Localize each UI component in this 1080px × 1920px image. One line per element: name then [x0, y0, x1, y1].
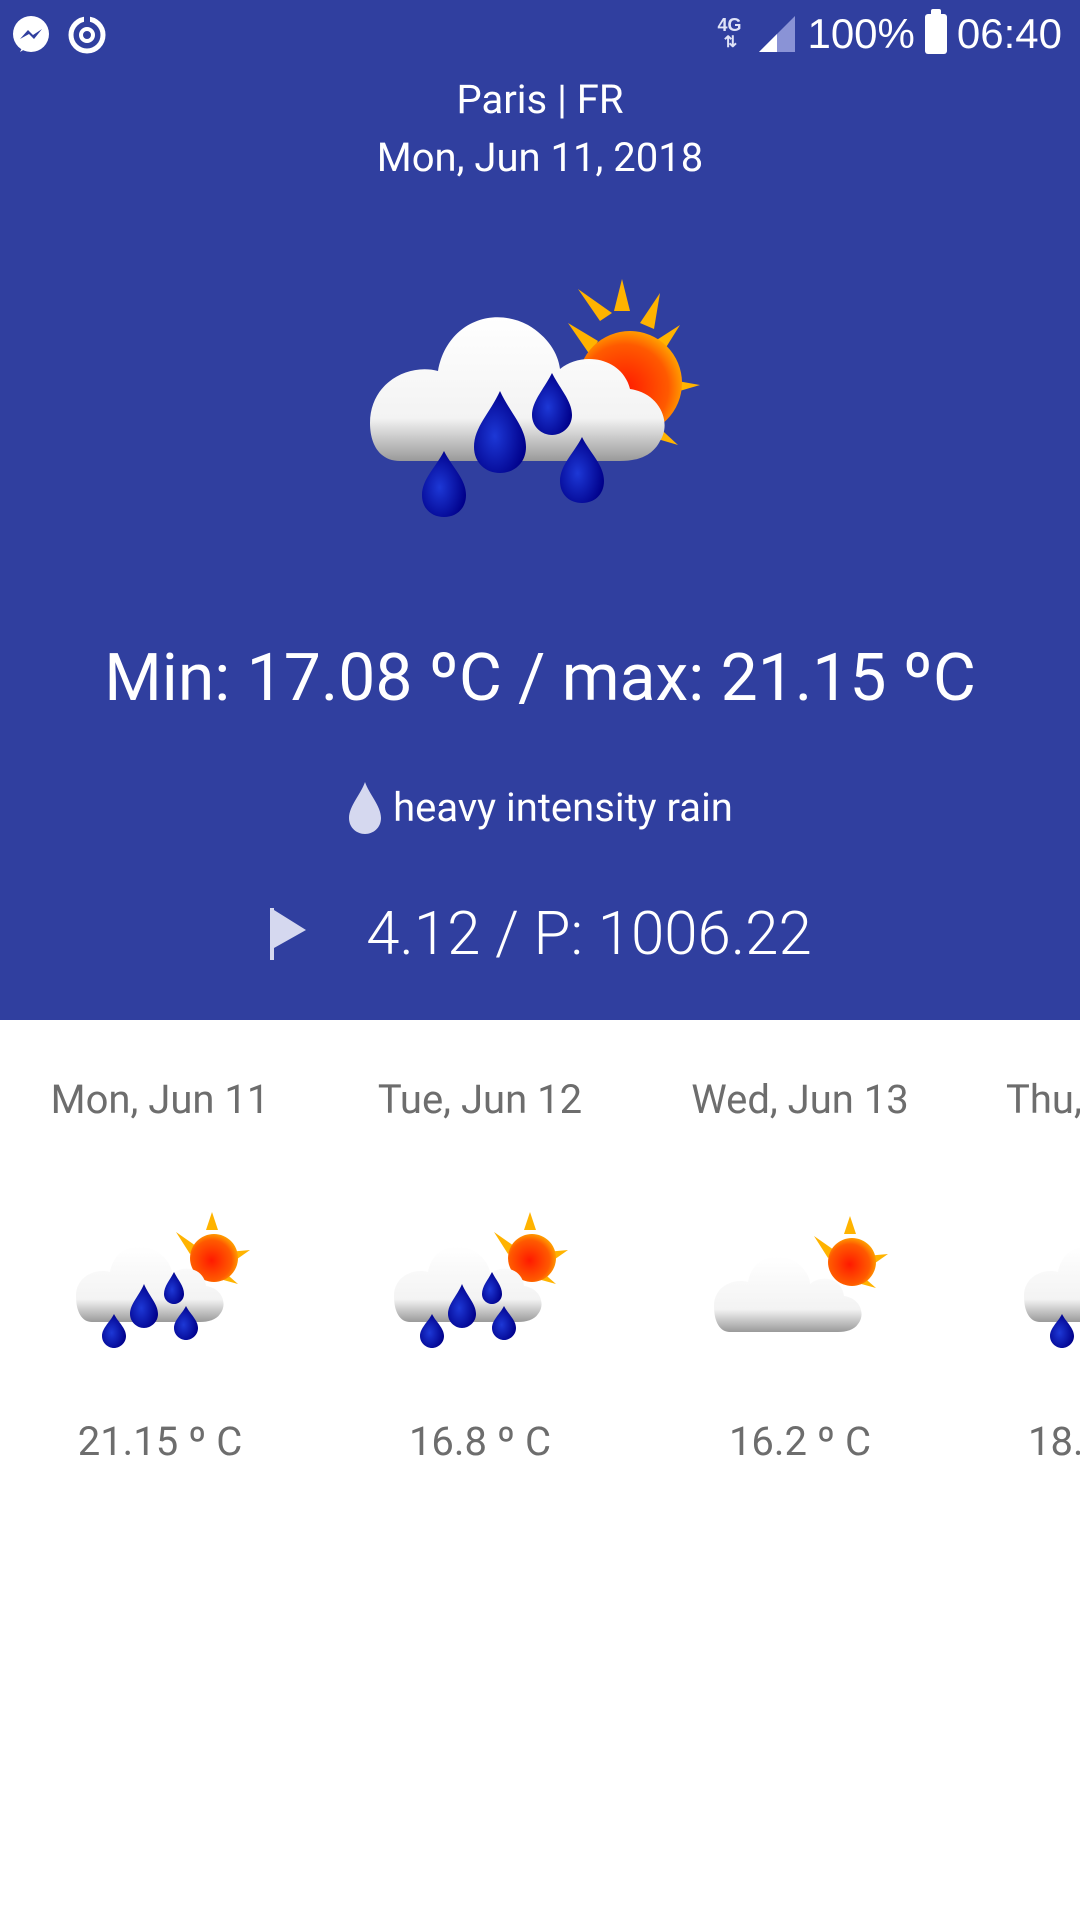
- messenger-icon: [13, 16, 49, 52]
- battery-icon: [924, 9, 947, 54]
- forecast-temperature: 18.: [1028, 1418, 1080, 1465]
- forecast-day[interactable]: Thu, 18.: [960, 1020, 1080, 1465]
- weather-description: heavy intensity rain: [0, 780, 1080, 834]
- forecast-day[interactable]: Tue, Jun 12 16.8 º C: [320, 1020, 640, 1465]
- rain-sun-cloud-icon: [1024, 1247, 1080, 1348]
- forecast-list[interactable]: Mon, Jun 11 21.15 º C Tue, Jun 12 16.8 º…: [0, 1020, 1080, 1920]
- forecast-day[interactable]: Wed, Jun 13 16.2 º C: [640, 1020, 960, 1465]
- header: 4G ⇅ 100% 06:40 Paris | FR Mon, Jun 11, …: [0, 0, 1080, 1020]
- cloud-sun-icon: [714, 1216, 888, 1332]
- forecast-temperature: 21.15 º C: [77, 1418, 243, 1465]
- status-bar-right: 4G ⇅ 100% 06:40: [717, 9, 1062, 58]
- city-label: Paris | FR: [456, 76, 624, 123]
- sync-icon: [68, 16, 106, 54]
- wind-pressure: 4.12 / P: 1006.22: [0, 898, 1080, 969]
- rain-sun-cloud-icon: [394, 1212, 568, 1348]
- min-max-temperature: Min: 17.08 ºC / max: 21.15 ºC: [104, 640, 976, 717]
- network-label: 4G: [717, 15, 742, 35]
- date-label: Mon, Jun 11, 2018: [376, 134, 704, 181]
- clock: 06:40: [956, 10, 1062, 57]
- weather-description-text: heavy intensity rain: [393, 783, 733, 831]
- raindrop-icon: [349, 782, 382, 834]
- forecast-date: Wed, Jun 13: [691, 1076, 909, 1123]
- network-indicator: 4G ⇅: [717, 15, 742, 51]
- forecast-day[interactable]: Mon, Jun 11 21.15 º C: [0, 1020, 320, 1465]
- signal-icon: [759, 16, 796, 52]
- status-bar: 4G ⇅ 100% 06:40: [0, 0, 1080, 72]
- wind-pressure-text: 4.12 / P: 1006.22: [366, 898, 812, 969]
- wind-flag-icon: [270, 907, 307, 960]
- forecast-temperature: 16.8 º C: [408, 1418, 552, 1465]
- battery-percent: 100%: [807, 10, 915, 57]
- forecast-date: Mon, Jun 11: [50, 1076, 270, 1123]
- forecast-date: Tue, Jun 12: [377, 1076, 583, 1123]
- rain-sun-cloud-icon: [76, 1212, 250, 1348]
- rain-sun-cloud-icon: [370, 279, 700, 517]
- forecast-date: Thu,: [1006, 1076, 1080, 1123]
- forecast-temperature: 16.2 º C: [728, 1418, 872, 1465]
- status-bar-left: [10, 14, 108, 56]
